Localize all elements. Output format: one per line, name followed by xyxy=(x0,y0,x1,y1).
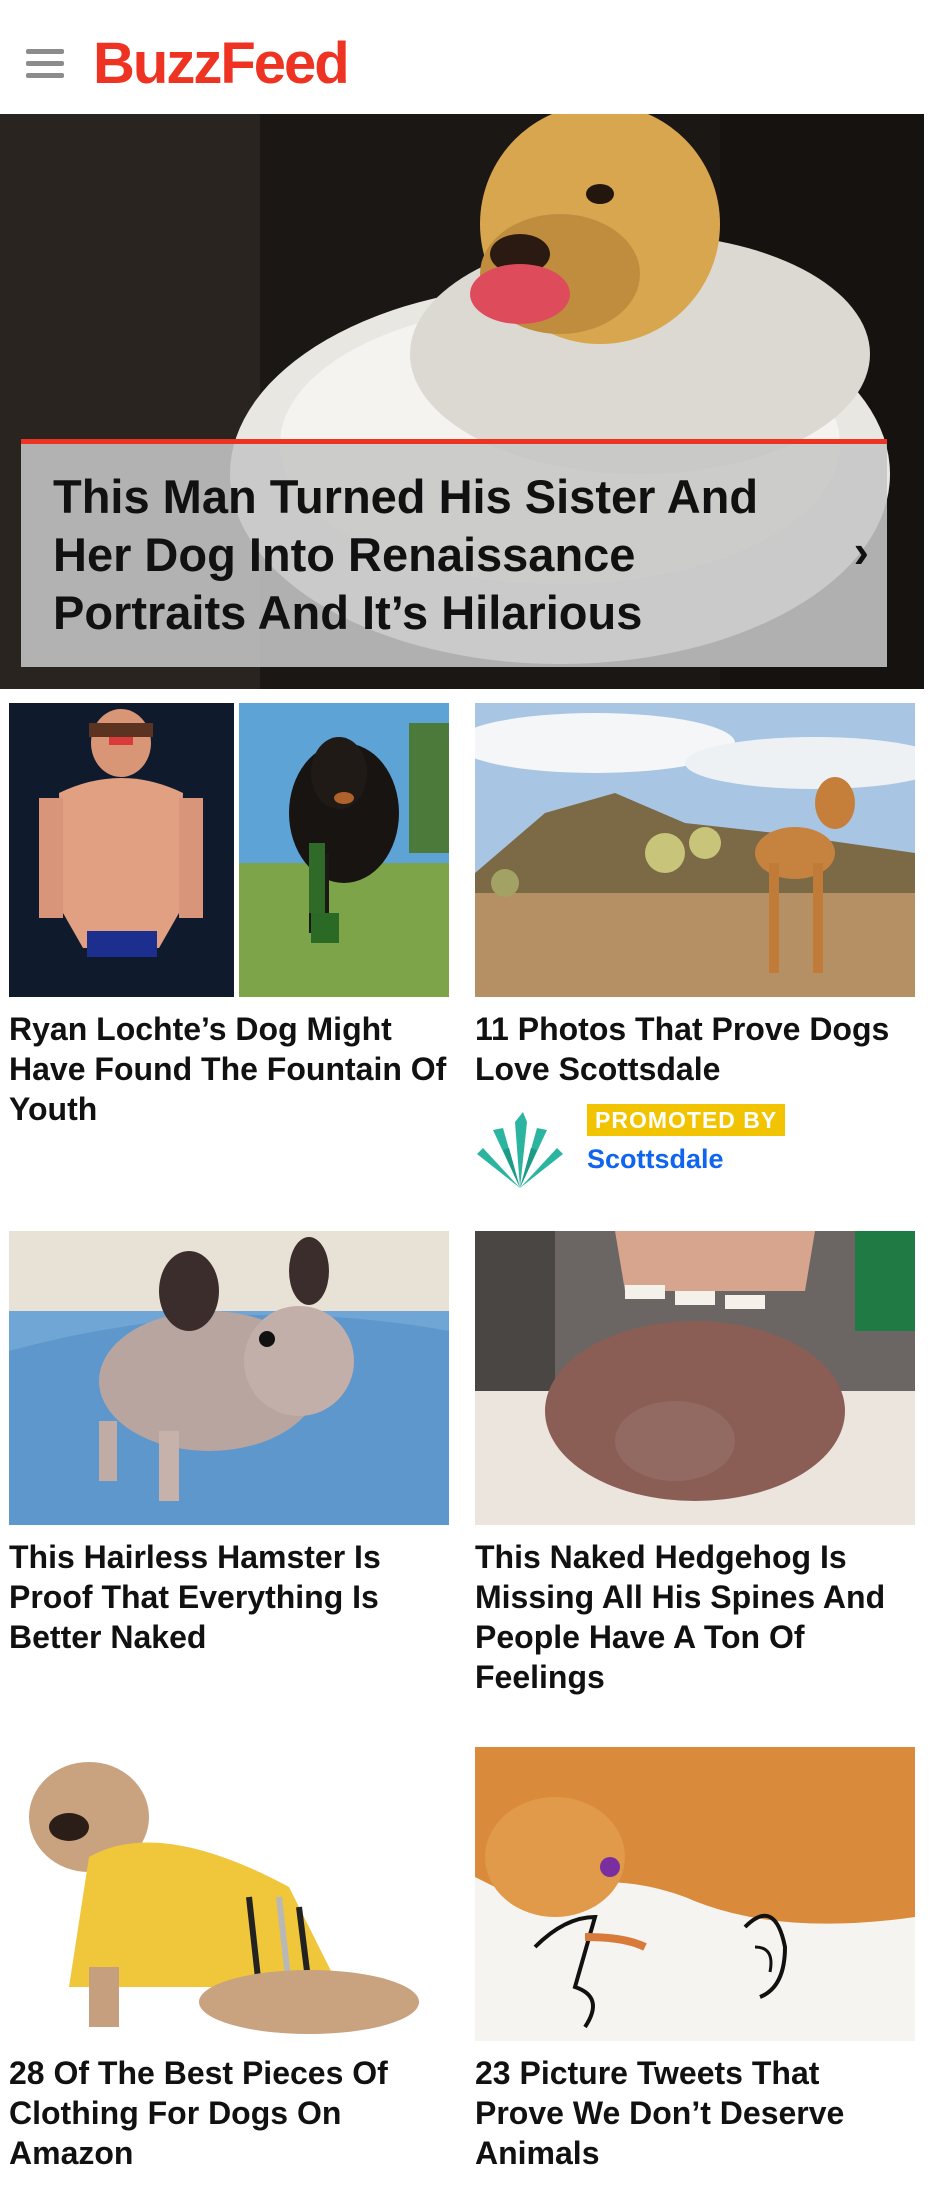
hero-caption[interactable]: This Man Turned His Sister And Her Dog I… xyxy=(21,439,887,667)
article-thumbnail[interactable] xyxy=(475,1747,915,2041)
article-thumbnail[interactable] xyxy=(9,1231,449,1525)
promoted-article-card[interactable]: 11 Photos That Prove Dogs Love Scottsdal… xyxy=(475,703,915,1089)
site-header: BuzzFeed xyxy=(0,0,936,114)
sponsor-link[interactable]: Scottsdale xyxy=(587,1144,724,1175)
article-title[interactable]: Ryan Lochte’s Dog Might Have Found The F… xyxy=(9,1009,449,1129)
hero-title[interactable]: This Man Turned His Sister And Her Dog I… xyxy=(53,468,823,642)
buzzfeed-logo[interactable]: BuzzFeed xyxy=(93,32,350,96)
chevron-right-icon[interactable]: › xyxy=(854,528,869,574)
article-thumbnail[interactable] xyxy=(475,703,915,997)
article-card[interactable]: 23 Picture Tweets That Prove We Don’t De… xyxy=(475,1747,915,2173)
hamburger-menu-icon[interactable] xyxy=(26,49,64,79)
article-card[interactable]: Ryan Lochte’s Dog Might Have Found The F… xyxy=(9,703,449,1129)
article-thumbnail[interactable] xyxy=(9,1747,449,2041)
article-thumbnail[interactable] xyxy=(9,703,449,997)
article-card[interactable]: This Naked Hedgehog Is Missing All His S… xyxy=(475,1231,915,1697)
article-title[interactable]: 28 Of The Best Pieces Of Clothing For Do… xyxy=(9,2053,449,2173)
promoted-badge: PROMOTED BY xyxy=(587,1104,786,1136)
article-card[interactable]: 28 Of The Best Pieces Of Clothing For Do… xyxy=(9,1747,449,2173)
article-title[interactable]: 11 Photos That Prove Dogs Love Scottsdal… xyxy=(475,1009,915,1089)
article-card[interactable]: This Hairless Hamster Is Proof That Ever… xyxy=(9,1231,449,1657)
article-title[interactable]: This Naked Hedgehog Is Missing All His S… xyxy=(475,1537,915,1697)
article-title[interactable]: 23 Picture Tweets That Prove We Don’t De… xyxy=(475,2053,915,2173)
agave-plant-icon xyxy=(477,1112,563,1188)
hero-story[interactable]: This Man Turned His Sister And Her Dog I… xyxy=(0,114,924,689)
article-title[interactable]: This Hairless Hamster Is Proof That Ever… xyxy=(9,1537,449,1657)
article-thumbnail[interactable] xyxy=(475,1231,915,1525)
sponsor-block: PROMOTED BY Scottsdale xyxy=(475,1104,915,1194)
